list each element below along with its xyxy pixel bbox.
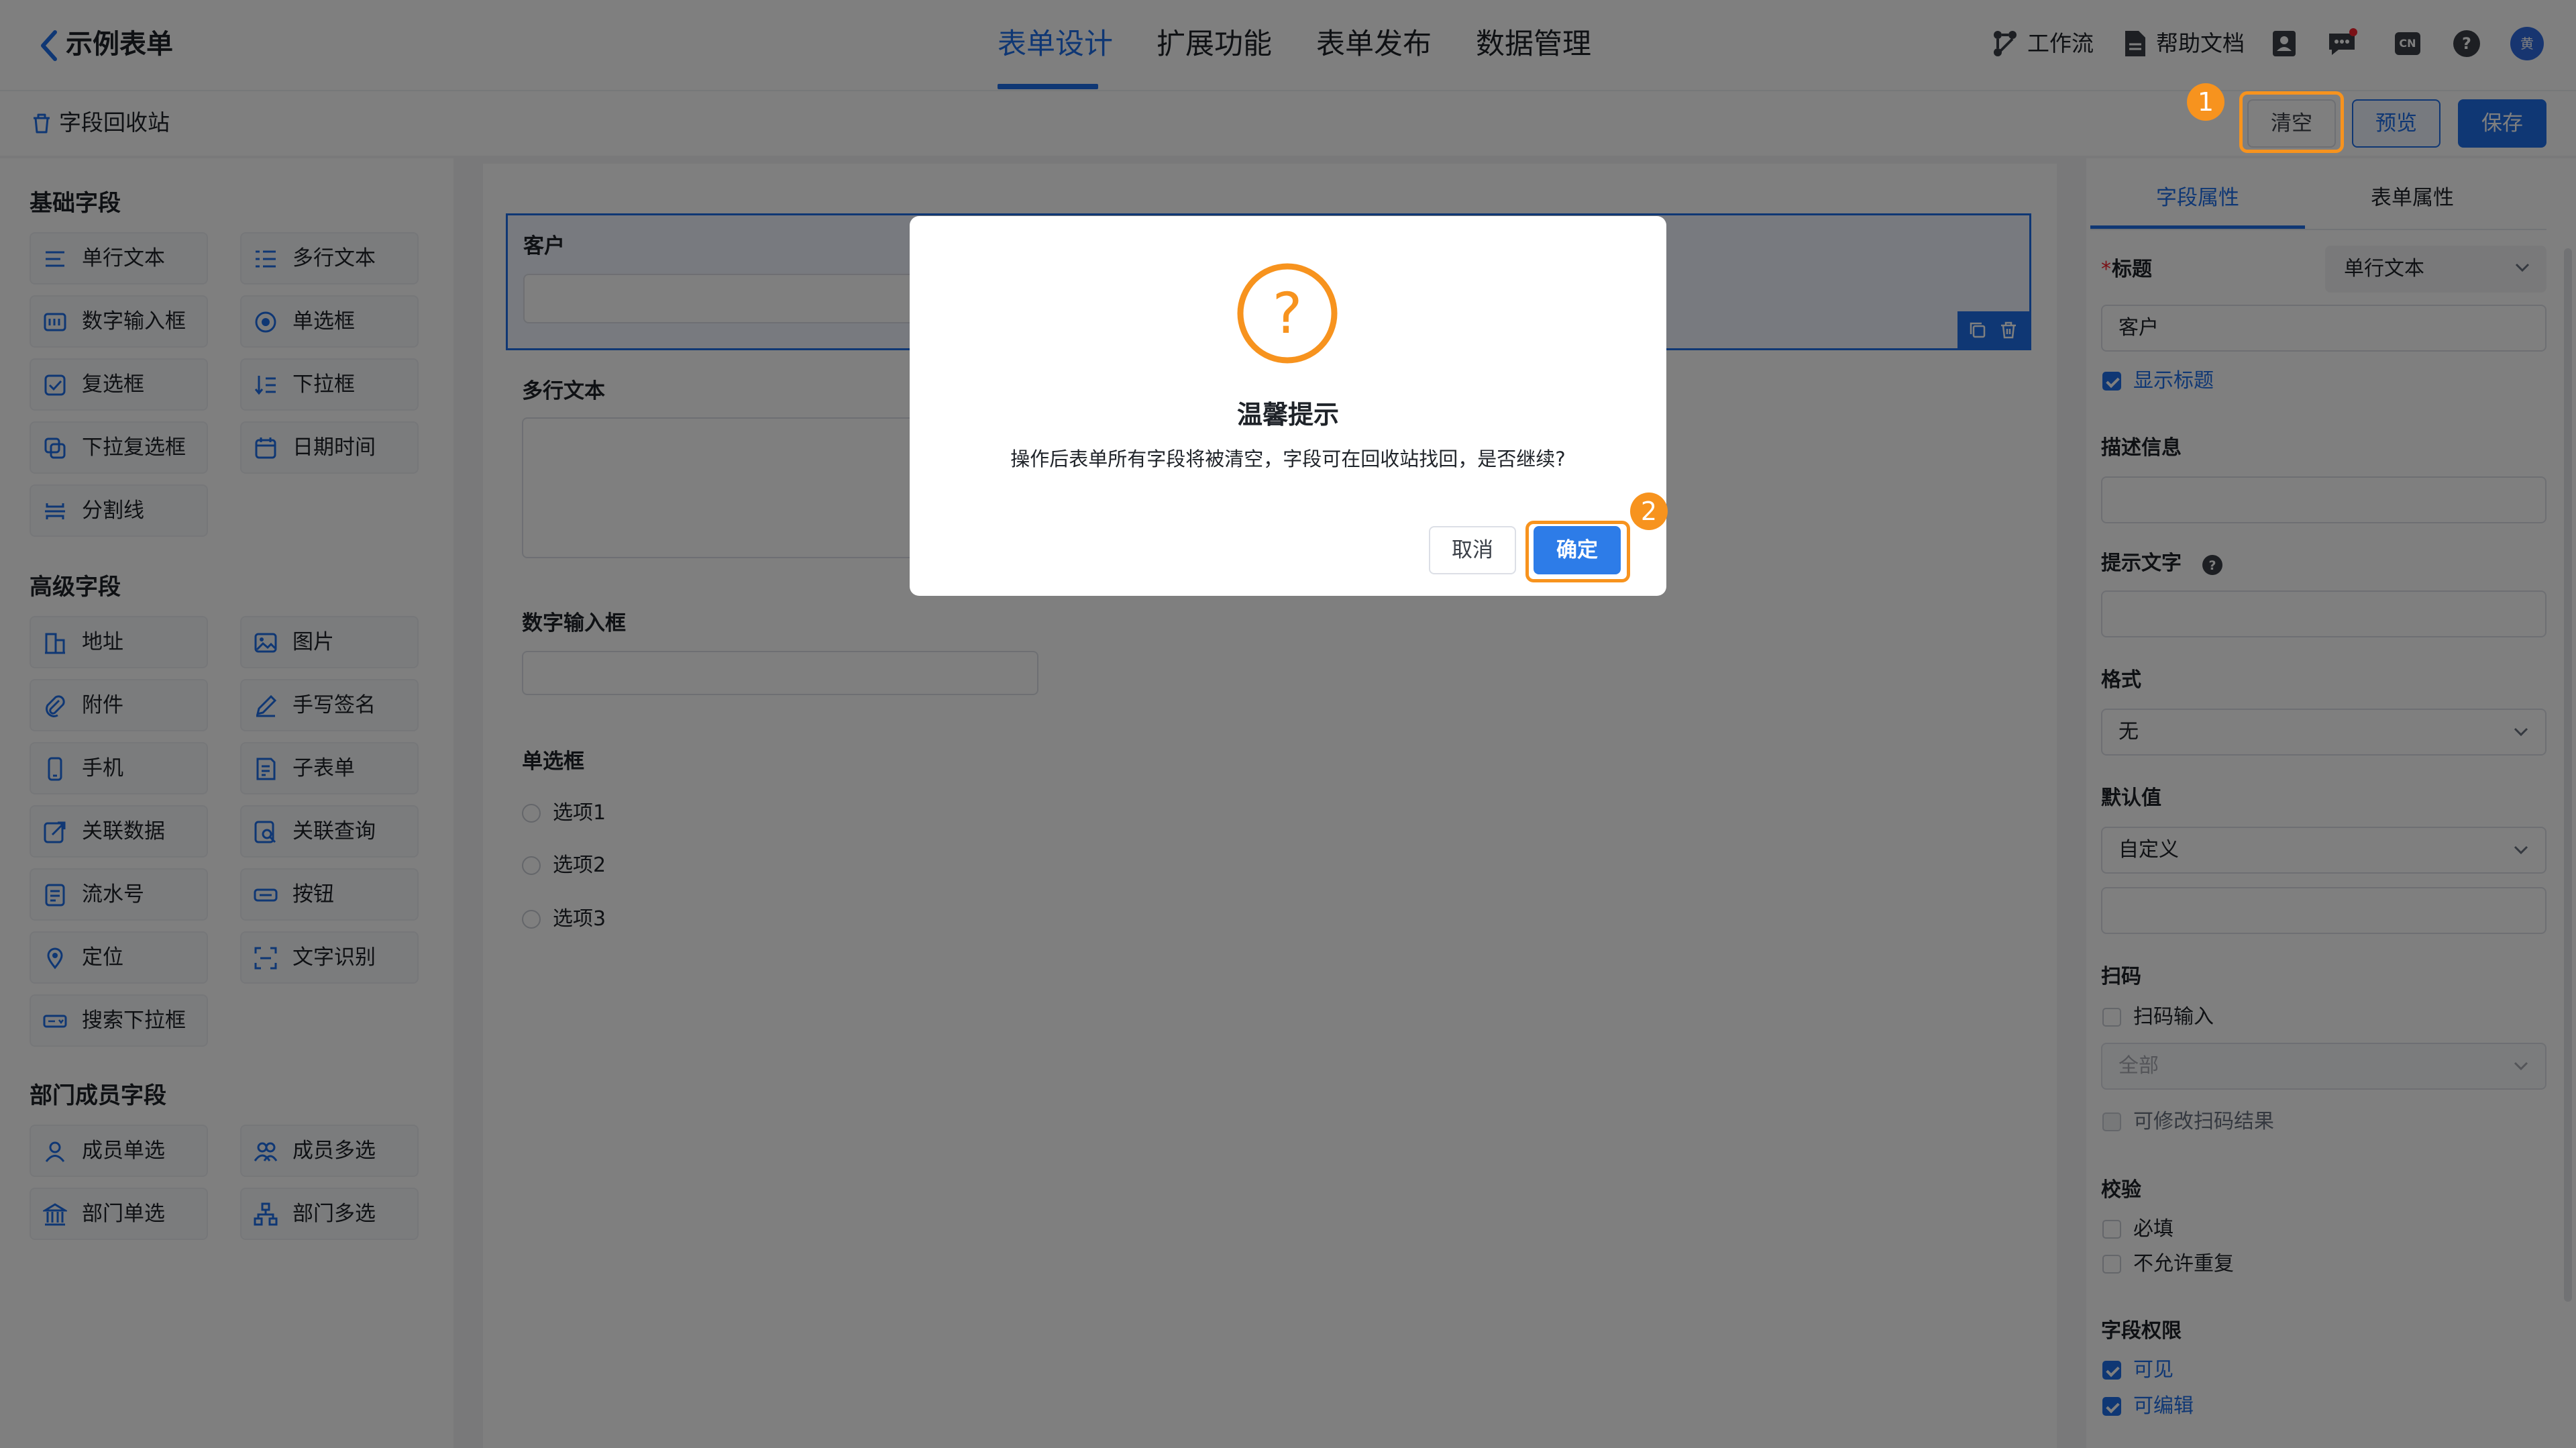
dialog-title: 温馨提示: [1236, 400, 1339, 429]
cancel-button[interactable]: 取消: [1429, 526, 1516, 574]
highlight-confirm-button: [1525, 521, 1630, 582]
question-warning-icon: ?: [1236, 262, 1339, 365]
step-badge-1: 1: [2187, 83, 2224, 121]
step-badge-2: 2: [1630, 493, 1668, 530]
highlight-clear-button: [2239, 91, 2344, 153]
dialog-message: 操作后表单所有字段将被清空，字段可在回收站找回，是否继续?: [1010, 448, 1566, 470]
svg-text:?: ?: [1273, 280, 1303, 346]
